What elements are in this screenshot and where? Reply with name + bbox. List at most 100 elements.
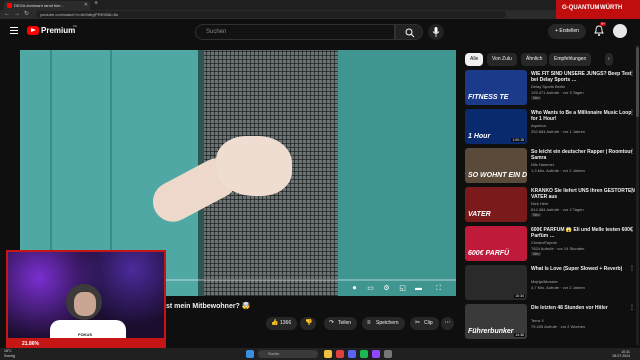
save-button[interactable]: ≡ Speichern	[362, 317, 405, 330]
obs-icon[interactable]	[384, 350, 392, 358]
more-options-icon[interactable]: ⋮	[629, 226, 635, 233]
sponsor-logo-gquantum: G-QUANTUM	[562, 5, 600, 11]
tab-close-icon[interactable]: ✕	[84, 1, 88, 10]
taskbar-clock[interactable]: 10:31 05.07.2024	[612, 350, 630, 358]
youtube-premium-wordmark[interactable]: Premium	[41, 26, 75, 35]
scissors-icon: ✂	[415, 320, 421, 326]
back-icon[interactable]: ←	[4, 10, 10, 19]
search-button[interactable]	[395, 24, 423, 40]
account-avatar[interactable]	[613, 24, 627, 38]
channel-name[interactable]: Delay Sports Berlin	[531, 84, 565, 89]
view-count-age: 252.684 Aufrufe · vor 1 Jahren	[531, 129, 586, 134]
video-thumbnail[interactable]: VATER	[465, 187, 527, 222]
video-thumbnail[interactable]: FITNESS TE	[465, 70, 527, 105]
video-duration: 1:00:15	[511, 138, 525, 142]
channel-name[interactable]: Aquinna	[531, 123, 546, 128]
thumbnail-text: 1 Hour	[468, 133, 491, 140]
dislike-button[interactable]: 👎	[300, 317, 316, 330]
more-options-icon[interactable]: ⋮	[629, 148, 635, 155]
autoplay-toggle-icon[interactable]: ⏺	[350, 284, 359, 293]
clip-button[interactable]: ✂ Clip	[410, 317, 439, 330]
youtube-logo-icon[interactable]	[27, 26, 39, 35]
recommendation-title[interactable]: Die letzten 48 Stunden vor Hitler	[531, 305, 635, 311]
thumbnail-text: SO WOHNT EIN DEUTSCHER RAP	[468, 172, 527, 179]
taskbar-search[interactable]: Suche	[258, 350, 318, 358]
video-thumbnail[interactable]: 1 Hour 1:00:15	[465, 109, 527, 144]
view-count-age: 126.471 Aufrufe · vor 3 Tagen	[531, 90, 584, 95]
recommendation-item[interactable]: 1 Hour 1:00:15 Who Wants to Be a Million…	[465, 109, 635, 147]
recommendation-title[interactable]: KRANKO Sie liefert UNS ihren GESTÖRTEN V…	[531, 188, 635, 200]
more-options-icon[interactable]: ⋮	[629, 109, 635, 116]
browser-tab[interactable]: DEGA dominant rannt hier… ✕	[4, 1, 90, 10]
video-thumbnail[interactable]: 10:34	[465, 265, 527, 300]
windows-start-icon[interactable]	[246, 350, 254, 358]
video-thumbnail[interactable]: Führerbunker 14:36	[465, 304, 527, 339]
video-duration: 10:34	[514, 294, 525, 298]
save-playlist-icon: ≡	[367, 320, 371, 326]
channel-name[interactable]: Mejrija/Mussier	[531, 279, 558, 284]
hamburger-menu-icon[interactable]	[10, 27, 18, 35]
screen: DEGA dominant rannt hier… ✕ + ← → ↻ yout…	[0, 0, 640, 360]
video-thumbnail[interactable]: SO WOHNT EIN DEUTSCHER RAP	[465, 148, 527, 183]
recommendation-title[interactable]: 600€ PARFÜM 😱 Eli und Melle testen 600€ …	[531, 227, 635, 239]
create-button[interactable]: + Erstellen	[548, 24, 586, 39]
chips-next-chevron-icon[interactable]: ›	[605, 53, 613, 66]
recommendation-item[interactable]: Führerbunker 14:36 Die letzten 48 Stunde…	[465, 304, 635, 342]
spotify-icon[interactable]	[360, 350, 368, 358]
theater-mode-icon[interactable]: ▬	[414, 284, 423, 293]
share-icon: ↷	[329, 320, 335, 326]
voice-search-button[interactable]	[428, 24, 444, 40]
channel-name[interactable]: Nick Hein	[531, 201, 548, 206]
taskbar-weather[interactable]: 18°C Sonnig	[4, 349, 15, 358]
search-input[interactable]: Suchen	[195, 24, 395, 40]
chip-aehnlich[interactable]: Ähnlich	[521, 53, 548, 66]
view-count-age: 7824 Aufrufe · vor 14 Stunden	[531, 246, 585, 251]
recommendation-item[interactable]: 600€ PARFÜ 600€ PARFÜM 😱 Eli und Melle t…	[465, 226, 635, 264]
sponsor-logo-wurth: WÜRTH	[600, 5, 623, 11]
recommendation-title[interactable]: So leicht ein deutscher Rapper | Roomtou…	[531, 149, 635, 161]
settings-gear-icon[interactable]: ⚙	[382, 284, 391, 293]
twitch-icon[interactable]	[372, 350, 380, 358]
recommendation-title[interactable]: What Is Love (Super Slowed + Reverb)	[531, 266, 635, 272]
video-frame-teal-door	[332, 50, 456, 296]
notification-badge: 9+	[600, 22, 606, 26]
more-options-icon[interactable]: ⋮	[629, 70, 635, 77]
recommendation-title[interactable]: Who Wants to Be a Millionaire Music Loop…	[531, 110, 635, 122]
channel-name[interactable]: Terra X	[531, 318, 544, 323]
video-thumbnail[interactable]: 600€ PARFÜ	[465, 226, 527, 261]
region-code: DE	[73, 24, 78, 28]
chip-von-zulu[interactable]: Von Zulu	[487, 53, 517, 66]
reload-icon[interactable]: ↻	[24, 10, 29, 19]
recommendation-item[interactable]: SO WOHNT EIN DEUTSCHER RAP So leicht ein…	[465, 148, 635, 186]
like-button[interactable]: 👍 1366	[266, 317, 298, 330]
miniplayer-icon[interactable]: ◱	[398, 284, 407, 293]
youtube-header: Premium DE Suchen + Erstellen 9+	[0, 19, 640, 45]
channel-name[interactable]: Nils Hammer	[531, 162, 554, 167]
browser-taskbar-icon[interactable]	[336, 350, 344, 358]
shirt-brand-text: FOKUS	[78, 332, 92, 337]
subtitles-icon[interactable]: ▭	[366, 284, 375, 293]
weather-text: Sonnig	[4, 353, 15, 358]
file-explorer-icon[interactable]	[324, 350, 332, 358]
notifications-bell-icon[interactable]	[594, 25, 604, 37]
discord-icon[interactable]	[348, 350, 356, 358]
clock-date: 05.07.2024	[612, 354, 630, 358]
new-tab-button[interactable]: +	[94, 0, 98, 7]
share-button[interactable]: ↷ Teilen	[324, 317, 358, 330]
url-field[interactable]: youtube.com/watch?v=6e5dbyjPRE98&t=8s	[36, 11, 506, 18]
sidebar-scrollbar[interactable]	[636, 45, 639, 345]
recommendation-item[interactable]: 10:34 What Is Love (Super Slowed + Rever…	[465, 265, 635, 303]
more-options-icon[interactable]: ⋮	[629, 304, 635, 311]
forward-icon[interactable]: →	[14, 10, 20, 19]
chip-empfehlungen[interactable]: Empfehlungen	[549, 53, 592, 66]
more-options-icon[interactable]: ⋮	[629, 265, 635, 272]
recommendation-title[interactable]: WIE FIT SIND UNSERE JUNGS? Beep Test bei…	[531, 71, 635, 83]
fullscreen-icon[interactable]: ⛶	[434, 284, 443, 293]
recommendation-item[interactable]: VATER KRANKO Sie liefert UNS ihren GESTÖ…	[465, 187, 635, 225]
chip-alle[interactable]: Alle	[465, 53, 484, 66]
more-actions-button[interactable]: ⋯	[441, 317, 454, 330]
scrollbar-thumb[interactable]	[636, 47, 639, 117]
more-options-icon[interactable]: ⋮	[629, 187, 635, 194]
recommendation-item[interactable]: FITNESS TE WIE FIT SIND UNSERE JUNGS? Be…	[465, 70, 635, 108]
channel-name[interactable]: ChristofTayrde	[531, 240, 557, 245]
